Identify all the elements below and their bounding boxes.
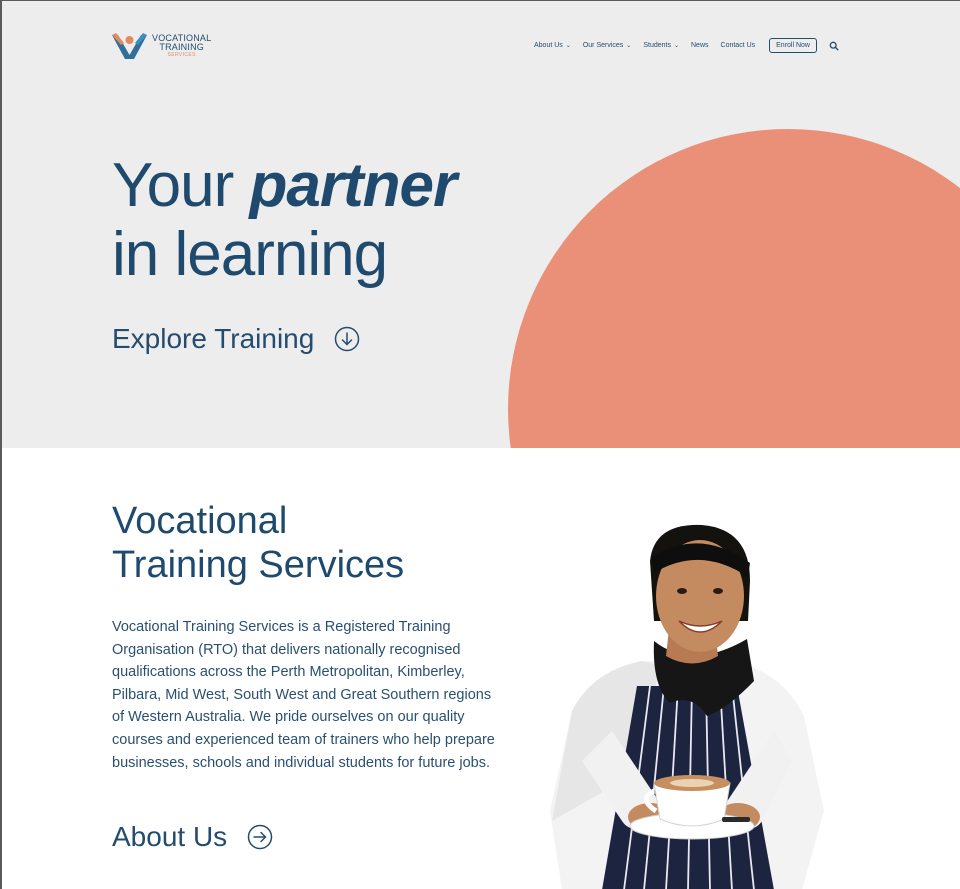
chevron-down-icon: ⌄ xyxy=(626,43,632,49)
logo-text: VOCATIONAL TRAINING SERVICES xyxy=(152,34,211,58)
about-heading-line1: Vocational xyxy=(112,500,288,542)
decorative-circle xyxy=(508,129,960,448)
hero-title: Your partner in learning xyxy=(112,151,458,289)
nav-item-contact-us[interactable]: Contact Us xyxy=(721,42,756,49)
chevron-down-icon: ⌄ xyxy=(673,43,679,49)
hero-section: VOCATIONAL TRAINING SERVICES About Us ⌄ … xyxy=(2,1,960,448)
search-icon[interactable] xyxy=(829,41,839,51)
nav-item-label: Students xyxy=(643,42,671,49)
logo-mark-icon xyxy=(112,33,147,59)
page: VOCATIONAL TRAINING SERVICES About Us ⌄ … xyxy=(0,0,960,889)
nav-item-news[interactable]: News xyxy=(691,42,709,49)
arrow-down-circle-icon xyxy=(335,326,360,352)
logo[interactable]: VOCATIONAL TRAINING SERVICES xyxy=(110,29,211,63)
nav-item-label: About Us xyxy=(534,42,563,49)
nav-item-label: Contact Us xyxy=(720,42,756,49)
arrow-right-circle-icon xyxy=(247,824,273,850)
nav-item-about-us[interactable]: About Us ⌄ xyxy=(534,42,571,49)
hero-title-emphasis: partner xyxy=(249,151,458,220)
about-heading: Vocational Training Services xyxy=(112,499,404,587)
main-nav: About Us ⌄ Our Services ⌄ Students ⌄ New… xyxy=(534,38,839,53)
chevron-down-icon: ⌄ xyxy=(565,43,571,49)
logo-line2: TRAINING xyxy=(159,42,204,52)
hero-title-part1: Your xyxy=(112,151,234,220)
about-us-label: About Us xyxy=(112,821,228,852)
explore-training-link[interactable]: Explore Training xyxy=(112,323,360,355)
about-us-link[interactable]: About Us xyxy=(112,821,273,853)
enroll-now-button[interactable]: Enroll Now xyxy=(769,38,817,53)
nav-item-label: Our Services xyxy=(582,42,624,49)
nav-item-label: News xyxy=(691,42,709,49)
nav-item-our-services[interactable]: Our Services ⌄ xyxy=(583,42,632,49)
logo-line3: SERVICES xyxy=(167,52,196,58)
about-description: Vocational Training Services is a Regist… xyxy=(112,619,495,771)
about-heading-line2: Training Services xyxy=(112,544,405,586)
nav-item-students[interactable]: Students ⌄ xyxy=(643,42,679,49)
explore-training-label: Explore Training xyxy=(112,323,315,354)
hero-title-line2: in learning xyxy=(112,220,388,289)
barista-photo xyxy=(550,524,824,889)
